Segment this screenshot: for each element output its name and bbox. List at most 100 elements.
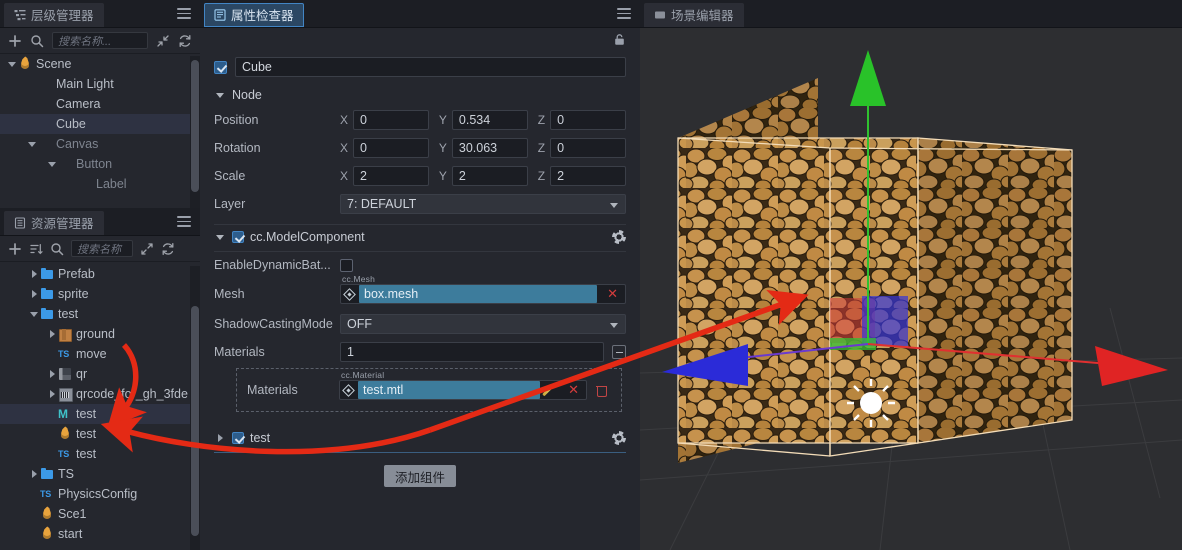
material-clear-button[interactable]: ✕ [563,382,584,398]
chevron-down-icon[interactable] [214,89,226,101]
ts-icon: TS [40,489,51,499]
value: 0 [360,141,367,155]
asset-item-sprite[interactable]: sprite [0,284,200,304]
asset-item-physicsconfig[interactable]: TS PhysicsConfig [0,484,200,504]
hierarchy-item-cube[interactable]: Cube [0,114,200,134]
tree-item-label: test [76,427,97,441]
hierarchy-item-canvas[interactable]: Canvas [0,134,200,154]
hierarchy-item-camera[interactable]: Camera [0,94,200,114]
expand-all-icon[interactable] [140,242,154,256]
model-component-header[interactable]: cc.ModelComponent [200,225,640,249]
chevron-right-icon[interactable] [46,328,58,340]
refresh-icon[interactable] [161,242,175,256]
hierarchy-search-input[interactable]: 搜索名称... [52,32,148,49]
gear-icon[interactable] [612,431,626,445]
refresh-icon[interactable] [178,34,192,48]
materials-collapse-button[interactable] [612,345,626,359]
chevron-down-icon[interactable] [214,231,226,243]
model-component-enabled-checkbox[interactable] [232,231,244,243]
chevron-down-icon[interactable] [46,158,58,170]
script-component-enabled-checkbox[interactable] [232,432,244,444]
asset-locate-icon[interactable] [343,287,356,301]
asset-item-qr[interactable]: qr [0,364,200,384]
chevron-right-icon[interactable] [28,288,40,300]
assets-scrollbar-thumb[interactable] [191,306,199,536]
asset-item-ts[interactable]: TS [0,464,200,484]
add-asset-icon[interactable] [8,242,22,256]
mesh-asset-field[interactable]: box.mesh ✕ [340,284,626,304]
node-section-header[interactable]: Node [200,84,640,106]
add-component-button[interactable]: 添加组件 [384,465,456,487]
rotation-x-input[interactable]: 0 [353,138,429,158]
shadow-casting-select[interactable]: OFF [340,314,626,334]
collapse-all-icon[interactable] [156,34,170,48]
tab-hierarchy[interactable]: 层级管理器 [4,2,104,27]
search-icon[interactable] [50,242,64,256]
assets-search-input[interactable]: 搜索名称 [71,240,133,257]
materials-count-input[interactable]: 1 [340,342,604,362]
tab-assets[interactable]: 资源管理器 [4,210,104,235]
tab-scene[interactable]: 场景编辑器 [644,2,744,27]
asset-item-ground[interactable]: ground [0,324,200,344]
node-name-input[interactable]: Cube [235,57,626,77]
script-component-header[interactable]: test [200,426,640,450]
node-enabled-checkbox[interactable] [214,60,227,74]
asset-item-test[interactable]: TS test [0,444,200,464]
hierarchy-menu-button[interactable] [177,8,191,19]
axis-x-label: X [340,113,349,127]
edit-material-icon[interactable] [545,384,558,397]
layer-select[interactable]: 7: DEFAULT [340,194,626,214]
chevron-right-icon[interactable] [46,368,58,380]
mesh-asset-wrap: cc.Mesh box.mesh ✕ [340,274,626,304]
inspector-lock-row [200,28,640,52]
node-section-label: Node [232,88,262,102]
asset-item-test[interactable]: test [0,304,200,324]
asset-item-sce1[interactable]: Sce1 [0,504,200,524]
position-x-input[interactable]: 0 [353,110,429,130]
sort-icon[interactable] [29,242,43,256]
hierarchy-item-main-light[interactable]: Main Light [0,74,200,94]
chevron-down-icon[interactable] [26,138,38,150]
chevron-right-icon[interactable] [46,388,58,400]
material-asset-field[interactable]: test.mtl ✕ [339,380,587,400]
asset-item-qrcode-for-gh-3fde[interactable]: qrcode_for_gh_3fde [0,384,200,404]
asset-locate-icon[interactable] [342,383,355,397]
delete-material-icon[interactable] [595,384,607,397]
chevron-down-icon[interactable] [6,58,18,70]
spacer-icon [28,508,40,520]
asset-item-move[interactable]: TS move [0,344,200,364]
position-z-input[interactable]: 0 [550,110,626,130]
position-y-input[interactable]: 0.534 [451,110,528,130]
assets-menu-button[interactable] [177,216,191,227]
add-node-icon[interactable] [8,34,22,48]
inspector-menu-button[interactable] [617,8,631,19]
scale-y-input[interactable]: 2 [451,166,528,186]
asset-item-prefab[interactable]: Prefab [0,264,200,284]
rotation-z-input[interactable]: 0 [550,138,626,158]
lock-icon[interactable] [613,33,626,46]
scale-x-input[interactable]: 2 [353,166,429,186]
scale-z-input[interactable]: 2 [550,166,626,186]
image-icon [58,387,73,402]
chevron-right-icon[interactable] [214,432,226,444]
tab-inspector[interactable]: 属性检查器 [204,2,304,27]
chevron-right-icon[interactable] [28,468,40,480]
hierarchy-item-button[interactable]: Button [0,154,200,174]
asset-item-start[interactable]: start [0,524,200,544]
asset-item-test[interactable]: test [0,424,200,444]
hierarchy-item-label[interactable]: Label [0,174,200,194]
tree-item-label: Sce1 [58,507,87,521]
gear-icon[interactable] [612,230,626,244]
chevron-down-icon[interactable] [28,308,40,320]
chevron-right-icon[interactable] [28,268,40,280]
mesh-clear-button[interactable]: ✕ [602,286,623,302]
hierarchy-scrollbar-thumb[interactable] [191,60,199,192]
search-icon[interactable] [30,34,44,48]
dynamic-batching-checkbox[interactable] [340,258,353,272]
hierarchy-item-scene[interactable]: Scene [0,54,200,74]
tree-item-label: move [76,347,107,361]
hierarchy-search-placeholder: 搜索名称... [58,35,112,48]
asset-item-test[interactable]: Mtest [0,404,200,424]
scene-viewport[interactable] [640,28,1182,550]
rotation-y-input[interactable]: 30.063 [451,138,528,158]
